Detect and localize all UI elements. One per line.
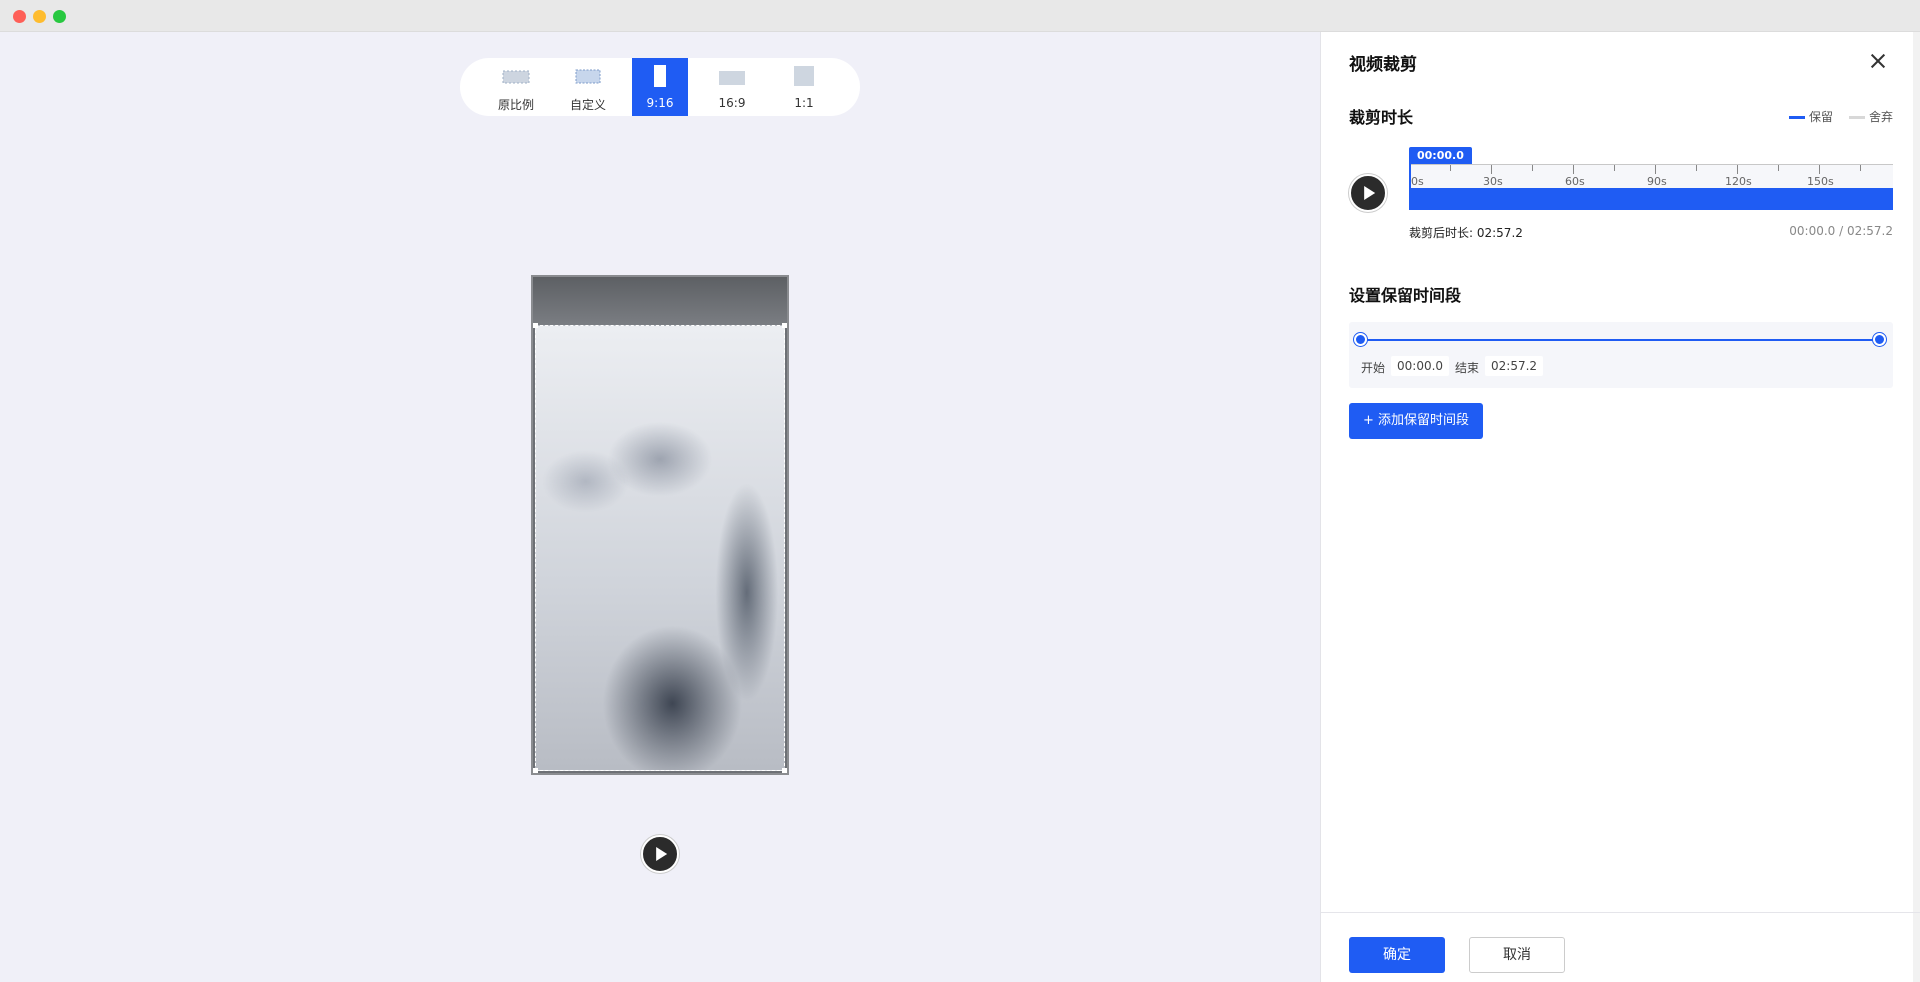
range-start-knob[interactable] <box>1354 333 1367 346</box>
timeline-play-button[interactable] <box>1349 174 1387 212</box>
close-window-button[interactable] <box>13 10 26 23</box>
ruler-label: 30s <box>1483 175 1503 188</box>
panel-footer: 确定 取消 <box>1321 912 1920 982</box>
cancel-button[interactable]: 取消 <box>1469 937 1565 973</box>
ratio-16-9-button[interactable]: 16:9 <box>704 58 760 116</box>
ratio-label: 原比例 <box>497 98 534 112</box>
ruler-label: 0s <box>1411 175 1424 188</box>
crop-handle-top-right[interactable] <box>782 323 787 328</box>
maximize-window-button[interactable] <box>53 10 66 23</box>
ratio-square-icon <box>794 66 814 86</box>
ruler-tick <box>1532 165 1533 171</box>
end-label: 结束 <box>1455 361 1480 375</box>
ruler-label: 60s <box>1565 175 1585 188</box>
discard-swatch <box>1849 116 1865 119</box>
close-icon[interactable] <box>1869 52 1887 70</box>
time-ruler: 0s 30s 60s 90s 120s 150s <box>1409 164 1893 188</box>
ruler-tick <box>1696 165 1697 171</box>
duration-section-title: 裁剪时长 <box>1349 108 1414 127</box>
ratio-original-button[interactable]: 原比例 <box>488 58 544 116</box>
range-end-knob[interactable] <box>1873 333 1886 346</box>
ratio-label: 16:9 <box>718 96 746 110</box>
ratio-label: 自定义 <box>569 98 606 112</box>
segment-range: 开始 00:00.0 结束 02:57.2 <box>1349 322 1893 388</box>
ruler-tick <box>1778 165 1779 171</box>
ratio-original-icon <box>502 70 530 84</box>
ruler-tick <box>1573 165 1574 174</box>
play-icon <box>656 847 668 861</box>
keep-swatch <box>1789 116 1805 119</box>
ratio-label: 9:16 <box>646 96 674 110</box>
start-label: 开始 <box>1361 361 1386 375</box>
minimize-window-button[interactable] <box>33 10 46 23</box>
crop-handle-bottom-right[interactable] <box>782 768 787 773</box>
ruler-tick <box>1860 165 1861 171</box>
add-segment-button[interactable]: + 添加保留时间段 <box>1349 403 1483 439</box>
ruler-tick <box>1819 165 1820 174</box>
ratio-custom-button[interactable]: 自定义 <box>560 58 616 116</box>
end-time-input[interactable]: 02:57.2 <box>1485 356 1544 376</box>
ruler-tick <box>1614 165 1615 171</box>
panel-scrollbar[interactable] <box>1913 32 1920 982</box>
aspect-ratio-bar: 原比例 自定义 9:16 16:9 1:1 <box>460 58 860 116</box>
ruler-label: 120s <box>1725 175 1752 188</box>
ratio-1-1-button[interactable]: 1:1 <box>776 58 832 116</box>
ruler-tick <box>1450 165 1451 171</box>
ratio-9-16-button[interactable]: 9:16 <box>632 58 688 116</box>
play-icon <box>1364 186 1376 200</box>
trimmed-duration: 裁剪后时长: 02:57.2 <box>1409 226 1523 240</box>
ruler-label: 150s <box>1807 175 1834 188</box>
legend-discard: 舍弃 <box>1849 108 1893 125</box>
ratio-custom-icon <box>575 69 601 84</box>
start-time-input[interactable]: 00:00.0 <box>1391 356 1450 376</box>
ruler-tick <box>1491 165 1492 174</box>
ruler-tick <box>1737 165 1738 174</box>
crop-handle-top-left[interactable] <box>533 323 538 328</box>
window-titlebar <box>0 0 1920 32</box>
ruler-tick <box>1655 165 1656 174</box>
preview-play-button[interactable] <box>641 835 679 873</box>
panel-title: 视频裁剪 <box>1349 55 1417 75</box>
ratio-landscape-icon <box>719 71 745 85</box>
video-preview <box>531 275 789 775</box>
range-track[interactable] <box>1361 339 1881 341</box>
ratio-portrait-icon <box>654 65 666 87</box>
keep-segment-bar[interactable] <box>1409 188 1893 210</box>
playhead-time-badge[interactable]: 00:00.0 <box>1409 147 1472 164</box>
crop-panel: 视频裁剪 裁剪时长 保留 舍弃 0s 30s 60s 90s 120s 150s… <box>1320 32 1920 982</box>
crop-region[interactable] <box>535 325 785 771</box>
ruler-label: 90s <box>1647 175 1667 188</box>
legend-keep: 保留 <box>1789 108 1833 125</box>
playhead[interactable] <box>1409 164 1411 210</box>
crop-handle-bottom-left[interactable] <box>533 768 538 773</box>
legend-keep-label: 保留 <box>1809 110 1834 124</box>
time-readout: 00:00.0 / 02:57.2 <box>1789 224 1893 238</box>
ratio-label: 1:1 <box>794 96 814 110</box>
trim-timeline[interactable]: 0s 30s 60s 90s 120s 150s <box>1409 164 1893 222</box>
segments-section-title: 设置保留时间段 <box>1349 286 1462 305</box>
confirm-button[interactable]: 确定 <box>1349 937 1445 973</box>
preview-stage: 原比例 自定义 9:16 16:9 1:1 <box>0 32 1320 982</box>
legend-discard-label: 舍弃 <box>1869 110 1894 124</box>
video-uncropped-area <box>533 277 787 325</box>
